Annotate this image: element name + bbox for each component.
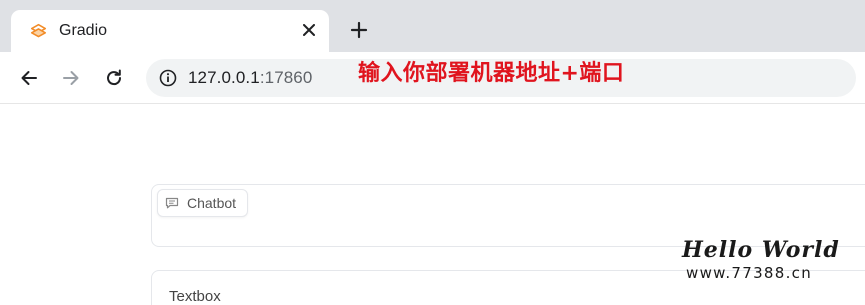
info-icon[interactable] — [159, 69, 177, 87]
watermark: Hello World www.77388.cn — [682, 237, 840, 282]
browser-tab[interactable]: Gradio — [11, 10, 329, 52]
close-icon — [303, 24, 315, 36]
watermark-title: Hello World — [682, 237, 840, 263]
new-tab-button[interactable] — [345, 16, 373, 44]
reload-icon — [107, 69, 122, 86]
watermark-url: www.77388.cn — [686, 264, 813, 282]
chatbot-label-text: Chatbot — [187, 195, 237, 211]
reload-button[interactable] — [100, 64, 128, 92]
forward-button[interactable] — [57, 64, 85, 92]
url-port: :17860 — [259, 68, 313, 87]
forward-arrow-icon — [63, 71, 79, 85]
textbox-label: Textbox — [169, 288, 221, 305]
browser-toolbar: 127.0.0.1:17860 输入你部署机器地址+端口 — [0, 52, 865, 104]
chat-bubble-icon — [165, 197, 179, 209]
tab-close-button[interactable] — [298, 19, 320, 41]
plus-icon — [350, 21, 368, 39]
back-arrow-icon — [21, 71, 37, 85]
url-host: 127.0.0.1 — [188, 68, 260, 87]
url-text[interactable]: 127.0.0.1:17860 — [188, 68, 312, 88]
red-annotation-text: 输入你部署机器地址+端口 — [358, 61, 625, 86]
gradio-logo-icon — [30, 23, 47, 38]
tab-title: Gradio — [59, 22, 108, 39]
chatbot-label: Chatbot — [157, 189, 249, 217]
back-button[interactable] — [15, 64, 43, 92]
tab-strip: Gradio — [0, 0, 865, 52]
